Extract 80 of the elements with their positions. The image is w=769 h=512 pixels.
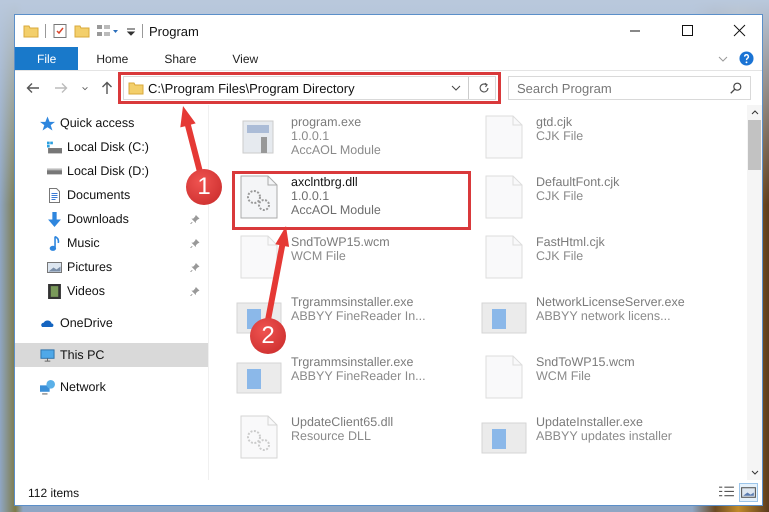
file-detail: ABBYY network licens... bbox=[536, 309, 672, 323]
star-icon bbox=[40, 116, 54, 130]
file-detail: 1.0.0.1 bbox=[291, 129, 330, 143]
folder-icon bbox=[128, 80, 144, 96]
sidebar-label: This PC bbox=[60, 348, 106, 362]
file-detail: Resource DLL bbox=[291, 429, 372, 443]
sidebar-label: Network bbox=[60, 380, 106, 394]
sidebar-item[interactable]: OneDrive bbox=[15, 311, 119, 335]
network-icon bbox=[40, 380, 54, 394]
file-detail: AccAOL Module bbox=[291, 143, 381, 157]
file-name[interactable]: NetworkLicenseServer.exe bbox=[536, 295, 685, 309]
file-detail: CJK File bbox=[536, 249, 584, 263]
file-detail: WCM File bbox=[291, 249, 347, 263]
large-icons-view-icon[interactable] bbox=[739, 483, 758, 502]
file-name[interactable]: UpdateClient65.dll bbox=[291, 415, 394, 429]
sidebar-item[interactable]: Pictures bbox=[15, 255, 208, 279]
sidebar-item[interactable]: Local Disk (D:) bbox=[15, 159, 155, 183]
drive-icon bbox=[46, 140, 62, 154]
document-icon bbox=[46, 188, 62, 202]
file-detail: CJK File bbox=[536, 129, 584, 143]
sidebar-label: Local Disk (D:) bbox=[67, 164, 149, 178]
sidebar-label: Downloads bbox=[67, 212, 130, 226]
help-icon[interactable] bbox=[739, 51, 754, 66]
sidebar-item[interactable]: Music bbox=[15, 231, 208, 255]
sidebar-item[interactable]: Videos bbox=[15, 279, 208, 303]
file-detail: AccAOL Module bbox=[291, 203, 381, 217]
file-name[interactable]: DefaultFont.cjk bbox=[536, 175, 620, 189]
address-bar[interactable]: C:\Program Files\Program Directory bbox=[123, 76, 496, 100]
recent-locations-icon[interactable] bbox=[81, 86, 89, 90]
sidebar-label: OneDrive bbox=[60, 316, 113, 330]
sidebar-item[interactable]: Documents bbox=[15, 183, 136, 207]
address-path: C:\Program Files\Program Directory bbox=[148, 80, 356, 96]
window-title: Program bbox=[149, 24, 199, 38]
sidebar-label: Quick access bbox=[60, 116, 134, 130]
file-name[interactable]: Trgrammsinstaller.exe bbox=[291, 295, 426, 309]
search-field[interactable]: Search Program bbox=[508, 76, 751, 100]
file-detail: ABBYY FineReader In... bbox=[291, 369, 426, 383]
file-name[interactable]: SndToWP15.wcm bbox=[291, 235, 390, 249]
ribbon-tab[interactable]: Home bbox=[78, 47, 146, 70]
image-icon bbox=[46, 260, 62, 274]
ribbon-tab[interactable]: File bbox=[15, 47, 78, 70]
drive-icon bbox=[46, 168, 62, 174]
file-detail: ABBYY FineReader In... bbox=[291, 309, 426, 323]
music-note-icon bbox=[46, 236, 62, 250]
sidebar-item[interactable]: Downloads bbox=[15, 207, 208, 231]
monitor-icon bbox=[40, 348, 54, 362]
film-icon bbox=[46, 284, 62, 298]
file-name[interactable]: axclntbrg.dll bbox=[291, 175, 381, 189]
file-name[interactable]: SndToWP15.wcm bbox=[536, 355, 635, 369]
item-count: 112 items bbox=[28, 486, 80, 500]
file-name[interactable]: Trgrammsinstaller.exe bbox=[291, 355, 426, 369]
sidebar-item[interactable]: Quick access bbox=[15, 111, 140, 135]
ribbon-tab[interactable]: View bbox=[214, 47, 276, 70]
file-detail: ABBYY updates installer bbox=[536, 429, 672, 443]
sidebar-item[interactable]: Network bbox=[15, 375, 112, 399]
scroll-down-icon[interactable] bbox=[750, 470, 758, 475]
search-icon[interactable] bbox=[729, 81, 743, 95]
file-name[interactable]: FastHtml.cjk bbox=[536, 235, 605, 249]
file-name[interactable]: program.exe bbox=[291, 115, 381, 129]
refresh-icon[interactable] bbox=[477, 81, 491, 95]
properties-icon[interactable] bbox=[52, 23, 68, 39]
sidebar-item[interactable]: Local Disk (C:) bbox=[15, 135, 155, 159]
layout-dropdown-icon[interactable] bbox=[96, 23, 120, 39]
scroll-thumb[interactable] bbox=[748, 120, 761, 170]
scroll-up-icon[interactable] bbox=[750, 110, 758, 115]
cloud-icon bbox=[40, 320, 54, 326]
scrollbar[interactable] bbox=[747, 105, 762, 480]
sidebar-item[interactable]: This PC bbox=[15, 343, 208, 367]
sidebar-label: Pictures bbox=[67, 260, 114, 274]
down-arrow-icon bbox=[46, 212, 62, 226]
file-name[interactable]: UpdateInstaller.exe bbox=[536, 415, 672, 429]
file-detail: CJK File bbox=[536, 189, 584, 203]
sidebar-label: Documents bbox=[67, 188, 130, 202]
file-detail: 1.0.0.1 bbox=[291, 189, 330, 203]
file-detail: WCM File bbox=[536, 369, 592, 383]
ribbon-tab[interactable]: Share bbox=[146, 47, 214, 70]
sidebar-label: Local Disk (C:) bbox=[67, 140, 149, 154]
file-name[interactable]: gtd.cjk bbox=[536, 115, 584, 129]
sidebar-label: Videos bbox=[67, 284, 106, 298]
sidebar-label: Music bbox=[67, 236, 101, 250]
